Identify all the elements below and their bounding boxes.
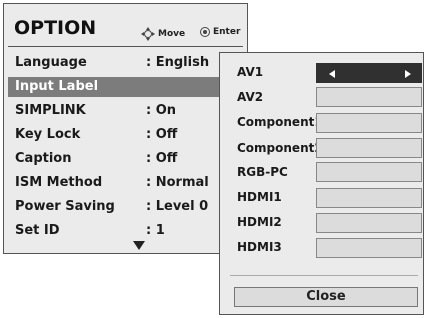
menu-item-caption[interactable]: Caption : Off (8, 149, 243, 169)
enter-hint: Enter (200, 27, 240, 37)
input-row-hdmi2[interactable]: HDMI2 (220, 205, 425, 233)
menu-item-language[interactable]: Language : English (8, 53, 243, 73)
menu-header: OPTION Move Enter (8, 9, 243, 47)
menu-item-label: ISM Method (15, 175, 103, 190)
menu-item-value: : On (146, 103, 177, 118)
option-menu: OPTION Move Enter Language : English Inp… (3, 3, 248, 254)
input-label-field[interactable] (316, 87, 422, 107)
input-label: HDMI2 (237, 215, 282, 229)
input-row-component1[interactable]: Component1 (220, 109, 425, 133)
menu-item-value: : 1 (146, 223, 165, 238)
enter-hint-label: Enter (213, 27, 241, 37)
menu-item-label: Caption (15, 151, 72, 166)
menu-item-power-saving[interactable]: Power Saving : Level 0 (8, 197, 243, 217)
panel-divider (230, 275, 418, 276)
menu-item-value: : English (146, 55, 210, 70)
menu-item-value: : Off (146, 151, 178, 166)
move-hint: Move (141, 27, 185, 41)
input-label: HDMI3 (237, 240, 282, 254)
menu-item-label: Input Label (15, 79, 99, 94)
move-hint-label: Move (158, 29, 186, 39)
move-icon (141, 27, 155, 41)
input-label-field[interactable] (316, 138, 422, 158)
input-row-rgb-pc[interactable]: RGB-PC (220, 157, 425, 182)
menu-item-set-id[interactable]: Set ID : 1 (8, 221, 243, 241)
input-label: HDMI1 (237, 190, 282, 204)
menu-item-input-label[interactable]: Input Label (8, 77, 243, 97)
menu-item-label: Set ID (15, 223, 60, 238)
scroll-down-icon[interactable] (133, 241, 145, 250)
input-row-hdmi3[interactable]: HDMI3 (220, 229, 425, 258)
input-label: RGB-PC (237, 165, 288, 179)
arrow-left-icon[interactable] (329, 70, 335, 78)
menu-item-label: Language (15, 55, 87, 70)
menu-title: OPTION (14, 17, 97, 39)
menu-item-label: Power Saving (15, 199, 115, 214)
close-button[interactable]: Close (234, 287, 418, 307)
menu-item-value: : Normal (146, 175, 209, 190)
input-label: AV1 (237, 65, 264, 79)
input-label-panel: AV1 AV2 Component1 Component2 RGB-PC HDM… (219, 52, 424, 315)
input-label-field[interactable] (316, 238, 422, 258)
menu-item-simplink[interactable]: SIMPLINK : On (8, 101, 243, 121)
arrow-right-icon[interactable] (405, 70, 411, 78)
input-row-hdmi1[interactable]: HDMI1 (220, 181, 425, 208)
input-label-field[interactable] (316, 113, 422, 133)
input-label: Component2 (237, 141, 323, 155)
input-label: AV2 (237, 90, 264, 104)
menu-item-label: SIMPLINK (15, 103, 86, 118)
input-row-av1[interactable]: AV1 (220, 61, 425, 85)
menu-item-value: : Off (146, 127, 178, 142)
enter-icon (200, 27, 210, 37)
menu-item-ism-method[interactable]: ISM Method : Normal (8, 173, 243, 193)
menu-item-label: Key Lock (15, 127, 81, 142)
input-label-field[interactable] (316, 162, 422, 182)
input-row-av2[interactable]: AV2 (220, 85, 425, 109)
input-row-component2[interactable]: Component2 (220, 133, 425, 158)
input-label: Component1 (237, 115, 323, 129)
menu-item-key-lock[interactable]: Key Lock : Off (8, 125, 243, 145)
menu-item-value: : Level 0 (146, 199, 209, 214)
input-label-selector[interactable] (316, 63, 422, 83)
